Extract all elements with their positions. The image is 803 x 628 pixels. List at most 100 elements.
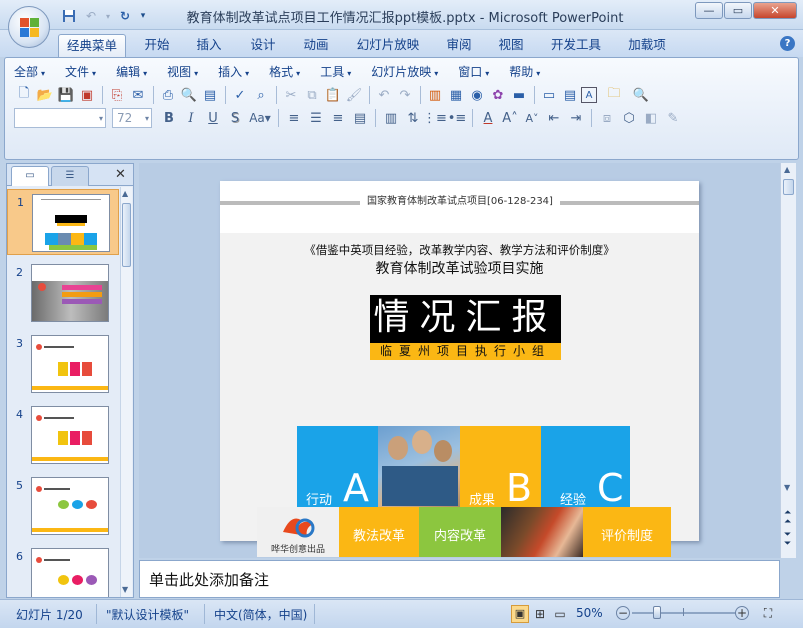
print-preview-icon[interactable]: 🔍 (179, 85, 199, 105)
redo-icon[interactable]: ↷ (395, 85, 415, 105)
close-button[interactable]: ✕ (753, 2, 797, 19)
print-icon[interactable]: ⎙ (158, 85, 178, 105)
office-button[interactable] (8, 6, 50, 48)
tab-review[interactable]: 审阅 (438, 34, 480, 57)
undo-icon[interactable]: ↶ (374, 85, 394, 105)
permission-icon[interactable]: ▣ (77, 85, 97, 105)
next-slide-icon[interactable]: ⏷ ⏷ (784, 531, 791, 549)
undo-icon[interactable]: ↶ (82, 7, 100, 25)
language-indicator[interactable]: 中文(简体，中国) (214, 606, 307, 623)
notes-pane[interactable]: 单击此处添加备注 (139, 560, 780, 598)
shape-outline-icon[interactable]: ✎ (662, 108, 684, 128)
scroll-thumb[interactable] (122, 203, 131, 267)
current-slide[interactable]: 国家教育体制改革试点项目[06-128-234] 《借鉴中英项目经验，改革教学内… (220, 181, 699, 541)
tab-insert[interactable]: 插入 (188, 34, 230, 57)
insert-table-icon[interactable]: ▦ (446, 85, 466, 105)
increase-indent-icon[interactable]: ⇥ (565, 108, 587, 128)
tab-slides[interactable]: ▭ (11, 166, 49, 186)
slides-pane-scrollbar[interactable]: ▲ ▼ (120, 187, 132, 597)
insert-shape-icon[interactable]: ▬ (509, 85, 529, 105)
redo-icon[interactable]: ↻ (116, 7, 134, 25)
normal-view-icon[interactable]: ▣ (511, 605, 529, 623)
theme-name[interactable]: "默认设计模板" (106, 606, 189, 623)
menu-window[interactable]: 窗口 ▾ (452, 62, 495, 82)
insert-picture-icon[interactable]: ◉ (467, 85, 487, 105)
previous-slide-icon[interactable]: ⏶ ⏶ (784, 509, 791, 527)
zoom-out-icon[interactable]: − (616, 606, 630, 620)
minimize-button[interactable]: — (695, 2, 723, 19)
customize-qat-icon[interactable]: ▾ (138, 7, 148, 25)
zoom-slider-track[interactable] (632, 612, 736, 614)
scroll-up-icon[interactable]: ▲ (784, 165, 790, 174)
shape-fill-icon[interactable]: ◧ (640, 108, 662, 128)
decrease-indent-icon[interactable]: ⇤ (543, 108, 565, 128)
format-painter-icon[interactable]: 🖌 (344, 85, 364, 105)
zoom-in-icon[interactable]: + (735, 606, 749, 620)
underline-icon[interactable]: U (202, 108, 224, 128)
shrink-font-icon[interactable]: A˅ (521, 108, 543, 128)
spelling-icon[interactable]: ✓ (230, 85, 250, 105)
save-icon[interactable] (60, 7, 78, 25)
align-left-icon[interactable]: ≡ (283, 108, 305, 128)
fit-to-window-icon[interactable]: ⛶ (760, 605, 776, 621)
maximize-button[interactable]: ▭ (724, 2, 752, 19)
menu-help[interactable]: 帮助 ▾ (503, 62, 546, 82)
shape-effects-icon[interactable]: ⬡ (618, 108, 640, 128)
insert-chart-icon[interactable]: ▥ (425, 85, 445, 105)
research-icon[interactable]: ⌕ (251, 85, 271, 105)
change-case-icon[interactable]: Aa▾ (246, 108, 274, 128)
slide-thumbnail-5[interactable]: 5 (7, 473, 119, 539)
find-icon[interactable]: 🔍 (631, 85, 651, 105)
font-size-combo[interactable]: 72 ▾ (112, 108, 152, 128)
tab-addins[interactable]: 加载项 (620, 34, 674, 57)
slide-thumbnail-1[interactable]: 1 (7, 189, 119, 255)
tab-developer[interactable]: 开发工具 (544, 34, 608, 57)
align-right-icon[interactable]: ≡ (327, 108, 349, 128)
tab-design[interactable]: 设计 (240, 34, 286, 57)
text-box-icon[interactable]: A (581, 87, 597, 103)
text-direction-icon[interactable]: ⇅ (402, 108, 424, 128)
menu-all[interactable]: 全部 ▾ (8, 62, 51, 82)
slide-thumbnail-6[interactable]: 6 (7, 544, 119, 597)
save-icon[interactable]: 💾 (56, 85, 76, 105)
tab-view[interactable]: 视图 (490, 34, 532, 57)
justify-icon[interactable]: ▤ (349, 108, 371, 128)
menu-file[interactable]: 文件 ▾ (59, 62, 102, 82)
insert-clipart-icon[interactable]: ✿ (488, 85, 508, 105)
grow-font-icon[interactable]: A˄ (499, 108, 521, 128)
scroll-up-icon[interactable]: ▲ (122, 189, 128, 198)
folder-icon[interactable]: 🗀 (604, 85, 624, 105)
quick-print-icon[interactable]: ▤ (200, 85, 220, 105)
bold-icon[interactable]: B (158, 108, 180, 128)
layout-icon[interactable]: ▤ (560, 85, 580, 105)
paste-icon[interactable]: 📋 (323, 85, 343, 105)
slide-sorter-icon[interactable]: ⊞ (531, 605, 549, 623)
zoom-slider-thumb[interactable] (653, 606, 661, 619)
help-icon[interactable]: ? (780, 36, 795, 51)
italic-icon[interactable]: I (180, 108, 202, 128)
menu-edit[interactable]: 编辑 ▾ (110, 62, 153, 82)
copy-icon[interactable]: ⧉ (302, 85, 322, 105)
slide-thumbnail-2[interactable]: 2 (7, 260, 119, 326)
slide-thumbnail-4[interactable]: 4 (7, 402, 119, 468)
arrange-icon[interactable]: ⧈ (596, 108, 618, 128)
menu-format[interactable]: 格式 ▾ (263, 62, 306, 82)
slideshow-view-icon[interactable]: ▭ (551, 605, 569, 623)
main-scrollbar[interactable]: ▲ ▼ ⏶ ⏶ ⏷ ⏷ (780, 163, 796, 558)
tab-animation[interactable]: 动画 (294, 34, 338, 57)
open-folder-icon[interactable]: 📂 (35, 85, 55, 105)
tab-slideshow[interactable]: 幻灯片放映 (350, 34, 426, 57)
close-pane-icon[interactable]: ✕ (115, 167, 126, 182)
tab-home[interactable]: 开始 (136, 34, 178, 57)
new-document-icon[interactable]: 🗋 (14, 85, 34, 105)
numbering-icon[interactable]: ⋮≡ (423, 108, 447, 128)
bullets-icon[interactable]: •≡ (446, 108, 468, 128)
columns-icon[interactable]: ▥ (380, 108, 402, 128)
font-color-icon[interactable]: A (477, 108, 499, 128)
publish-icon[interactable]: ⎘ (107, 85, 127, 105)
undo-dropdown-icon[interactable]: ▾ (104, 7, 112, 25)
menu-tools[interactable]: 工具 ▾ (314, 62, 357, 82)
scroll-down-icon[interactable]: ▼ (784, 483, 790, 492)
tab-classic-menu[interactable]: 经典菜单 (58, 34, 126, 57)
scroll-thumb[interactable] (783, 179, 794, 195)
